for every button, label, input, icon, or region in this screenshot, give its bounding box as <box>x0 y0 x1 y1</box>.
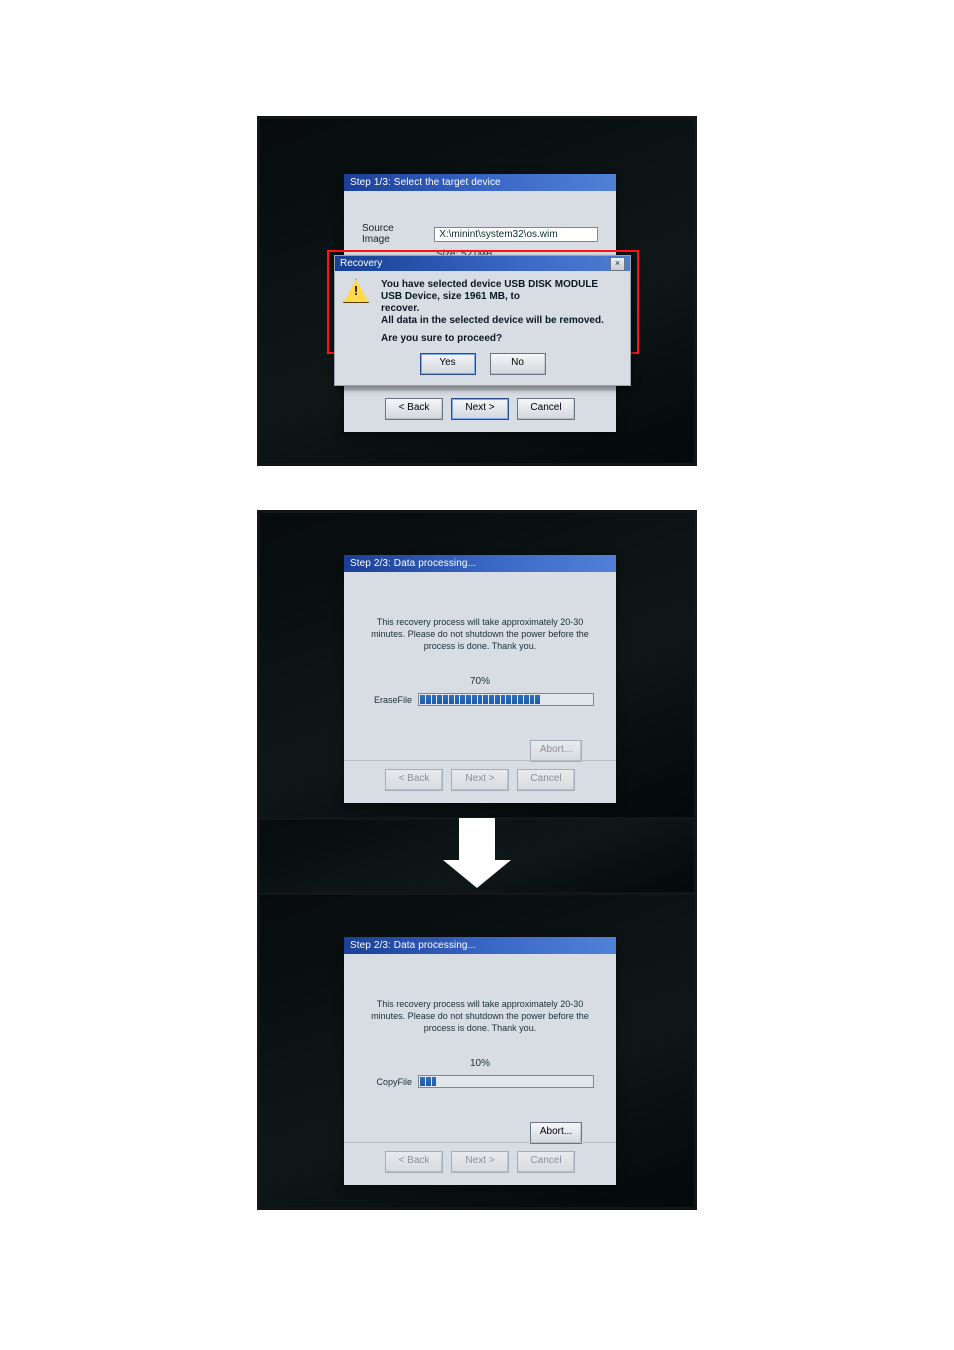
page: Step 1/3: Select the target device Sourc… <box>0 0 954 1290</box>
cancel-button[interactable]: Cancel <box>517 398 575 420</box>
abort-button[interactable]: Abort... <box>530 1122 582 1144</box>
recovery-note: This recovery process will take approxim… <box>370 616 590 652</box>
next-button[interactable]: Next > <box>451 1151 509 1173</box>
stage-label: EraseFile <box>366 695 412 705</box>
progress-row: CopyFile <box>360 1075 600 1088</box>
dialog-text: You have selected device USB DISK MODULE… <box>381 279 620 345</box>
source-image-label: Source Image <box>362 223 424 245</box>
cancel-button[interactable]: Cancel <box>517 769 575 791</box>
arrow-down-icon <box>459 818 495 888</box>
progress-percent: 10% <box>360 1058 600 1069</box>
stage-label: CopyFile <box>366 1077 412 1087</box>
recovery-confirmation-dialog: Recovery × You have selected device USB … <box>334 255 631 386</box>
dialog-title: Recovery <box>340 256 382 271</box>
progress-bar <box>418 693 594 706</box>
progress-bar <box>418 1075 594 1088</box>
no-button[interactable]: No <box>490 353 546 375</box>
back-button[interactable]: < Back <box>385 769 443 791</box>
back-button[interactable]: < Back <box>385 398 443 420</box>
progress-percent: 70% <box>360 676 600 687</box>
close-icon[interactable]: × <box>610 257 625 271</box>
screenshot-1: Step 1/3: Select the target device Sourc… <box>257 116 697 466</box>
source-image-field[interactable] <box>434 227 598 242</box>
yes-button[interactable]: Yes <box>420 353 476 375</box>
cancel-button[interactable]: Cancel <box>517 1151 575 1173</box>
next-button[interactable]: Next > <box>451 769 509 791</box>
wizard-title: Step 2/3: Data processing... <box>344 555 616 572</box>
wizard-step2b: Step 2/3: Data processing... This recove… <box>344 937 616 1185</box>
abort-button[interactable]: Abort... <box>530 740 582 762</box>
next-button[interactable]: Next > <box>451 398 509 420</box>
screenshot-3: Step 2/3: Data processing... This recove… <box>257 892 697 1210</box>
wizard-title: Step 1/3: Select the target device <box>344 174 616 191</box>
warning-icon <box>343 279 369 303</box>
wizard-body: This recovery process will take approxim… <box>344 954 616 1154</box>
recovery-note: This recovery process will take approxim… <box>370 998 590 1034</box>
progress-row: EraseFile <box>360 693 600 706</box>
wizard-step2a: Step 2/3: Data processing... This recove… <box>344 555 616 803</box>
arrow-down <box>257 820 697 892</box>
back-button[interactable]: < Back <box>385 1151 443 1173</box>
screenshot-2: Step 2/3: Data processing... This recove… <box>257 510 697 820</box>
wizard-body: This recovery process will take approxim… <box>344 572 616 772</box>
wizard-title: Step 2/3: Data processing... <box>344 937 616 954</box>
